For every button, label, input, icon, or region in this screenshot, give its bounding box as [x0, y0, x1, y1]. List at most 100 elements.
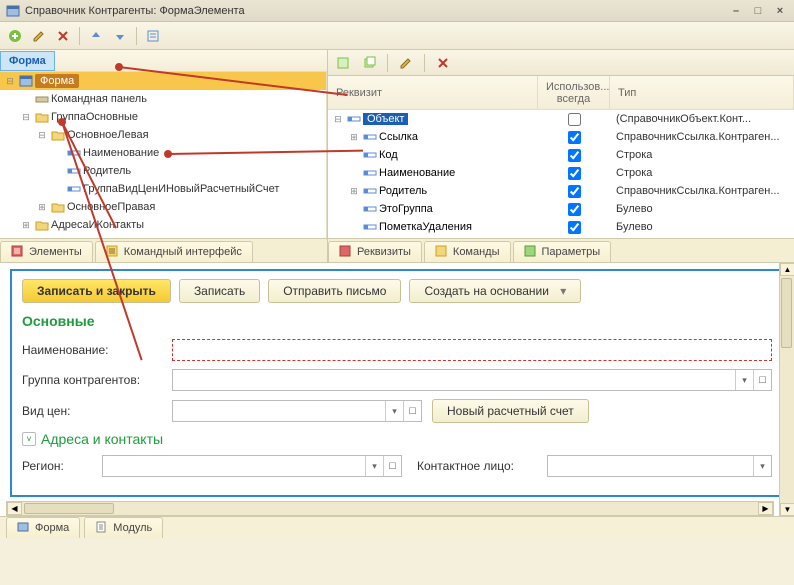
doc-tab-Модуль[interactable]: Модуль — [84, 517, 163, 538]
write-button[interactable]: Записать — [179, 279, 260, 303]
scroll-right-icon[interactable]: ▶ — [758, 502, 773, 515]
tree-item[interactable]: ⊞ ОсновноеПравая — [0, 198, 326, 216]
add-button[interactable] — [4, 25, 26, 47]
col-attr: Реквизит — [328, 76, 538, 109]
cmd-icon — [34, 92, 49, 107]
tree-item[interactable]: Родитель — [0, 162, 326, 180]
dropdown-icon[interactable]: ▾ — [385, 401, 403, 421]
tab-Командный интерфейс[interactable]: Командный интерфейс — [95, 241, 253, 262]
attr-row[interactable]: ПометкаУдаления Булево — [328, 218, 794, 236]
attr-icon — [362, 184, 377, 199]
r-delete-icon[interactable] — [432, 52, 454, 74]
use-always-checkbox[interactable] — [568, 185, 581, 198]
tab-Параметры[interactable]: Параметры — [513, 241, 612, 262]
scroll-thumb-v[interactable] — [781, 278, 792, 348]
props-body[interactable]: ⊟ Объект (СправочникОбъект.Конт... ⊞ Ссы… — [328, 110, 794, 238]
input-price[interactable]: ▾☐ — [172, 400, 422, 422]
left-tree[interactable]: ⊟ Форма Командная панель ⊟ ГруппаОсновны… — [0, 72, 327, 238]
use-always-checkbox[interactable] — [568, 113, 581, 126]
input-contact[interactable]: ▾ — [547, 455, 772, 477]
tree-item[interactable]: ⊟ ОсновноеЛевая — [0, 126, 326, 144]
expand-icon[interactable]: ⊞ — [20, 220, 32, 231]
use-always-checkbox[interactable] — [568, 221, 581, 234]
open-icon[interactable]: ☐ — [383, 456, 401, 476]
form-icon — [6, 4, 20, 18]
attr-icon — [362, 130, 377, 145]
send-mail-button[interactable]: Отправить письмо — [268, 279, 401, 303]
label-contact: Контактное лицо: — [417, 459, 547, 473]
scroll-down-icon[interactable]: ▼ — [780, 503, 794, 516]
open-icon[interactable]: ☐ — [403, 401, 421, 421]
expand-icon[interactable]: ⊟ — [4, 76, 16, 87]
dropdown-icon[interactable]: ▾ — [753, 456, 771, 476]
r-add-icon[interactable] — [332, 52, 354, 74]
use-always-checkbox[interactable] — [568, 131, 581, 144]
right-tabs: РеквизитыКомандыПараметры — [328, 238, 794, 262]
scroll-up-icon[interactable]: ▲ — [780, 263, 794, 276]
props-button[interactable] — [142, 25, 164, 47]
scrollbar-v[interactable]: ▲ ▼ — [779, 263, 794, 516]
tree-item-label: ГруппаОсновные — [51, 111, 138, 123]
attr-row[interactable]: ⊟ Объект (СправочникОбъект.Конт... — [328, 110, 794, 128]
form-icon — [18, 74, 33, 89]
expand-icon[interactable]: ⊟ — [36, 130, 48, 141]
r-copy-icon[interactable] — [358, 52, 380, 74]
open-icon[interactable]: ☐ — [753, 370, 771, 390]
tab-icon — [339, 245, 353, 259]
attr-label: ПометкаУдаления — [379, 221, 472, 233]
expand-icon[interactable]: ⊞ — [36, 202, 48, 213]
scrollbar-h[interactable]: ◀ ▶ — [6, 501, 774, 516]
collapse-icon[interactable]: ˅ — [22, 432, 36, 446]
attr-icon — [66, 164, 81, 179]
use-always-checkbox[interactable] — [568, 149, 581, 162]
tree-item[interactable]: ГруппаВидЦенИНовыйРасчетныйСчет — [0, 180, 326, 198]
expand-icon[interactable]: ⊟ — [20, 112, 32, 123]
tab-Реквизиты[interactable]: Реквизиты — [328, 241, 422, 262]
attr-row[interactable]: ⊞ Родитель СправочникСсылка.Контраген... — [328, 182, 794, 200]
minimize-btn[interactable]: – — [728, 4, 744, 18]
down-button[interactable] — [109, 25, 131, 47]
expand-icon[interactable]: ⊞ — [348, 132, 360, 143]
r-edit-icon[interactable] — [395, 52, 417, 74]
tree-item[interactable]: Наименование — [0, 144, 326, 162]
input-group[interactable]: ▾☐ — [172, 369, 772, 391]
new-account-button[interactable]: Новый расчетный счет — [432, 399, 589, 423]
tree-item-label: ОсновноеЛевая — [67, 129, 149, 141]
doc-tab-Форма[interactable]: Форма — [6, 517, 80, 538]
input-name[interactable] — [172, 339, 772, 361]
tab-icon — [106, 245, 120, 259]
expand-icon[interactable]: ⊟ — [332, 114, 344, 125]
attr-row[interactable]: Наименование Строка — [328, 164, 794, 182]
attr-row[interactable]: ЭтоГруппа Булево — [328, 200, 794, 218]
attr-row[interactable]: ⊞ Ссылка СправочникСсылка.Контраген... — [328, 128, 794, 146]
scroll-thumb-h[interactable] — [24, 503, 114, 514]
folder-icon — [50, 128, 65, 143]
create-based-button[interactable]: Создать на основании ▾ — [409, 279, 581, 303]
tree-item[interactable]: ⊟ ГруппаОсновные — [0, 108, 326, 126]
tree-item[interactable]: ⊞ АдресаИКонтакты — [0, 216, 326, 234]
dropdown-icon[interactable]: ▾ — [735, 370, 753, 390]
tree-item[interactable]: ⊟ Форма — [0, 72, 326, 90]
up-button[interactable] — [85, 25, 107, 47]
delete-button[interactable] — [52, 25, 74, 47]
attr-icon — [66, 182, 81, 197]
attr-row[interactable]: Код Строка — [328, 146, 794, 164]
attr-icon — [66, 146, 81, 161]
expand-icon[interactable]: ⊞ — [348, 186, 360, 197]
tab-Команды[interactable]: Команды — [424, 241, 511, 262]
tree-item-label: Командная панель — [51, 93, 147, 105]
use-always-checkbox[interactable] — [568, 203, 581, 216]
write-close-button[interactable]: Записать и закрыть — [22, 279, 171, 303]
dropdown-icon[interactable]: ▾ — [365, 456, 383, 476]
col-use2: всегда — [546, 93, 601, 105]
input-region[interactable]: ▾☐ — [102, 455, 402, 477]
tab-Элементы[interactable]: Элементы — [0, 241, 93, 262]
edit-button[interactable] — [28, 25, 50, 47]
maximize-btn[interactable]: □ — [750, 4, 766, 18]
close-btn[interactable]: × — [772, 4, 788, 18]
scroll-left-icon[interactable]: ◀ — [7, 502, 22, 515]
attr-label: Наименование — [379, 167, 455, 179]
tree-item[interactable]: Командная панель — [0, 90, 326, 108]
tree-item-label: ГруппаВидЦенИНовыйРасчетныйСчет — [83, 183, 279, 195]
use-always-checkbox[interactable] — [568, 167, 581, 180]
